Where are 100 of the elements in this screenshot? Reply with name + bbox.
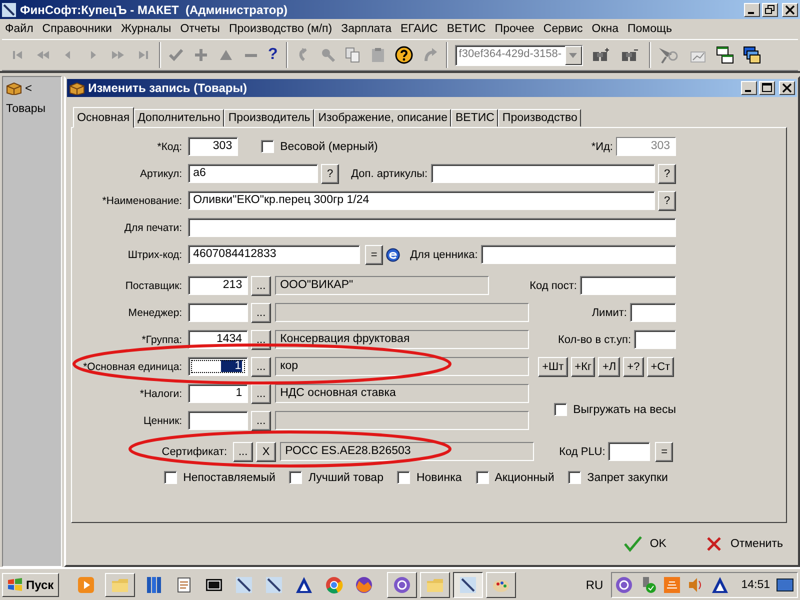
close-button[interactable]: [782, 2, 798, 16]
windows-icon[interactable]: [716, 46, 734, 64]
browse-button[interactable]: ...: [251, 410, 272, 430]
field-label: Лимит:: [592, 306, 627, 318]
lookup-button[interactable]: ?: [658, 190, 676, 210]
check-icon[interactable]: [168, 47, 184, 63]
tab[interactable]: Производство: [498, 109, 582, 127]
field-label: Поставщик:: [124, 280, 184, 292]
lookup-button[interactable]: ?: [658, 164, 676, 184]
tab[interactable]: ВЕТИС: [451, 109, 498, 127]
copy-icon[interactable]: [344, 47, 361, 63]
checkbox[interactable]: [164, 471, 178, 484]
menu-item[interactable]: Файл: [5, 22, 34, 34]
name-field[interactable]: Оливки"ЕКО"кр.перец 300гр 1/24: [188, 191, 655, 210]
search-combo[interactable]: f30ef364-429d-3158-: [454, 44, 583, 66]
field-label: Код PLU:: [559, 446, 606, 458]
back-button[interactable]: <: [25, 81, 32, 95]
notes-icon: [174, 576, 193, 594]
quick-launch-item[interactable]: [104, 572, 135, 596]
menu-item[interactable]: Журналы: [120, 22, 172, 34]
generate-button[interactable]: =: [655, 442, 674, 462]
sidebar-item[interactable]: Товары: [6, 103, 58, 115]
checkbox[interactable]: [261, 140, 274, 153]
pack-qty-field[interactable]: [634, 330, 676, 349]
field-label: Для ценника:: [410, 248, 478, 260]
triangle-icon: [711, 576, 730, 594]
app-icon: [2, 2, 16, 16]
help-circle-icon[interactable]: [394, 46, 413, 64]
menu-item[interactable]: Помощь: [628, 22, 672, 34]
price-tag-name-field[interactable]: [480, 245, 676, 264]
minimize-button[interactable]: [744, 2, 760, 16]
checkbox[interactable]: [568, 471, 582, 484]
code-field[interactable]: 1: [188, 357, 248, 376]
wand-icon[interactable]: [658, 46, 680, 64]
menu-item[interactable]: Сервис: [543, 22, 583, 34]
generate-button[interactable]: =: [365, 244, 384, 264]
browse-button[interactable]: ...: [251, 356, 272, 376]
restore-icon: [765, 4, 775, 14]
tab[interactable]: Производитель: [224, 109, 314, 127]
ok-button[interactable]: OK: [622, 536, 668, 552]
article-field[interactable]: а6: [188, 164, 318, 183]
tab[interactable]: Изображение, описание: [314, 109, 452, 127]
close-icon: [782, 83, 792, 93]
minimize-button[interactable]: [741, 81, 757, 95]
cascade-windows-icon[interactable]: [742, 46, 761, 64]
code-field[interactable]: [188, 303, 248, 322]
checkbox[interactable]: [476, 471, 489, 484]
binoculars-plus-icon[interactable]: [592, 47, 612, 63]
code-field[interactable]: 303: [188, 137, 238, 156]
start-button[interactable]: Пуск: [2, 572, 59, 596]
menu-item[interactable]: Отчеты: [180, 22, 220, 34]
language-indicator[interactable]: RU: [586, 578, 604, 592]
menu-item[interactable]: Прочее: [494, 22, 534, 34]
checkbox-label: Новинка: [416, 472, 462, 484]
window-title: ФинСофт:КупецЪ - МАКЕТ (Администратор): [20, 2, 288, 16]
menu-item[interactable]: ВЕТИС: [446, 22, 486, 34]
globe-e-icon[interactable]: [386, 248, 400, 262]
checkbox[interactable]: [397, 471, 410, 484]
help-button[interactable]: ?: [268, 46, 278, 64]
unit-button[interactable]: +Шт: [538, 356, 568, 376]
menu-item[interactable]: Зарплата: [341, 22, 392, 34]
barcode-field[interactable]: 4607084412833: [188, 245, 360, 264]
menu-item[interactable]: ЕГАИС: [400, 22, 438, 34]
plu-field[interactable]: [608, 442, 650, 461]
clear-button[interactable]: X: [256, 442, 276, 462]
browse-button[interactable]: ...: [251, 276, 272, 296]
checkbox[interactable]: [554, 403, 568, 416]
lookup-button[interactable]: ?: [321, 164, 340, 184]
limit-field[interactable]: [630, 303, 676, 322]
supplier-code-field[interactable]: [580, 276, 676, 295]
certificate-display: РОСС ES.AE28.B26503: [280, 442, 534, 461]
menu-item[interactable]: Производство (м/п): [228, 22, 332, 34]
taskbar-window-button[interactable]: [452, 572, 483, 598]
tab[interactable]: Дополнительно: [134, 109, 224, 127]
code-field[interactable]: 1: [188, 384, 248, 403]
unit-button[interactable]: +Ст: [646, 356, 674, 376]
unit-button[interactable]: +Л: [598, 356, 620, 376]
restore-button[interactable]: [762, 2, 778, 16]
close-button[interactable]: [779, 81, 795, 95]
name-display: Консервация фруктовая: [275, 330, 530, 349]
check-icon: [624, 536, 642, 552]
checkbox-label: Запрет закупки: [587, 472, 668, 484]
menu-item[interactable]: Справочники: [42, 22, 112, 34]
print-name-field[interactable]: [188, 218, 676, 237]
cancel-button[interactable]: Отменить: [704, 536, 785, 552]
browse-button[interactable]: ...: [251, 302, 272, 322]
browse-button[interactable]: ...: [251, 384, 272, 404]
maximize-button[interactable]: [759, 81, 775, 95]
menu-item[interactable]: Окна: [592, 22, 619, 34]
checkbox[interactable]: [289, 471, 302, 484]
unit-button[interactable]: +Кг: [570, 356, 596, 376]
code-field[interactable]: 213: [188, 276, 248, 295]
browse-button[interactable]: ...: [233, 442, 254, 462]
tab[interactable]: Основная: [73, 107, 134, 128]
clock: 14:51: [741, 578, 770, 590]
dropdown-arrow-icon: [569, 52, 578, 58]
extra-articles-field[interactable]: [430, 164, 655, 183]
unit-button[interactable]: +?: [623, 356, 644, 376]
binoculars-minus-icon[interactable]: [620, 47, 641, 63]
code-field[interactable]: [188, 411, 248, 430]
